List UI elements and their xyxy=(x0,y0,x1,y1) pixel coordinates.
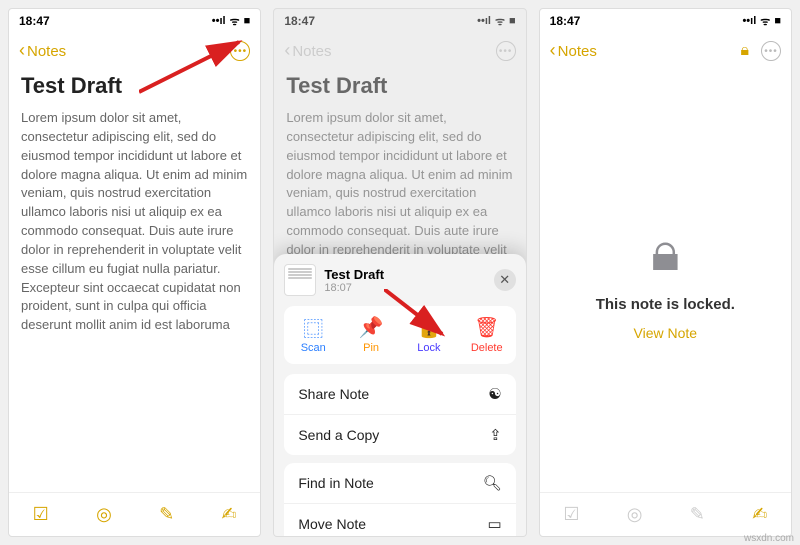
wifi-icon: ᯤ xyxy=(230,14,240,29)
battery-icon: ■ xyxy=(244,15,251,27)
sheet-title-block: Test Draft 18:07 xyxy=(324,267,485,294)
locked-message: This note is locked. xyxy=(596,296,735,313)
back-button: ‹ Notes xyxy=(284,42,331,61)
clock: 18:47 xyxy=(19,14,50,28)
note-title: Test Draft xyxy=(286,73,513,99)
status-icons: ••ıl ᯤ ■ xyxy=(212,14,251,29)
signal-icon: ••ıl xyxy=(742,15,756,27)
status-icons: ••ıl ᯤ ■ xyxy=(742,14,781,29)
folder-icon: ▭ xyxy=(487,515,501,533)
share-label: Share Note xyxy=(298,386,369,402)
more-button: ••• xyxy=(761,41,781,61)
lock-button[interactable]: 🔒 Lock xyxy=(403,316,455,354)
quick-actions: ⿴ Scan 📌 Pin 🔒 Lock 🗑 Delete xyxy=(284,306,515,364)
checklist-icon[interactable]: ☑ xyxy=(33,504,49,525)
scan-icon: ⿴ xyxy=(303,316,323,338)
signal-icon: ••ıl xyxy=(477,15,491,27)
draw-icon: ✎ xyxy=(690,504,705,525)
battery-icon: ■ xyxy=(509,15,516,27)
nav-bar: ‹ Notes ••• xyxy=(9,33,260,69)
send-copy-item[interactable]: Send a Copy ⇪ xyxy=(284,415,515,455)
chevron-left-icon: ‹ xyxy=(550,40,556,61)
watermark: wsxdn.com xyxy=(744,533,794,544)
chevron-left-icon: ‹ xyxy=(284,40,290,61)
back-label: Notes xyxy=(292,43,331,60)
phone-screen-3: 18:47 ••ıl ᯤ ■ ‹ Notes 🔒︎ ••• 🔒︎ This no… xyxy=(539,8,792,537)
sheet-note-title: Test Draft xyxy=(324,267,485,282)
share-icon: ⇪ xyxy=(489,426,502,444)
lock-toggle-button[interactable]: 🔒︎ xyxy=(740,42,749,60)
status-bar: 18:47 ••ıl ᯤ ■ xyxy=(9,9,260,33)
pin-icon: 📌 xyxy=(359,316,384,338)
scan-button[interactable]: ⿴ Scan xyxy=(287,316,339,354)
camera-icon: ◎ xyxy=(627,504,643,525)
move-note-item[interactable]: Move Note ▭ xyxy=(284,504,515,537)
bottom-toolbar: ☑ ◎ ✎ ✍︎ xyxy=(9,492,260,536)
bottom-toolbar: ☑ ◎ ✎ ✍︎ xyxy=(540,492,791,536)
back-label: Notes xyxy=(558,43,597,60)
pin-button[interactable]: 📌 Pin xyxy=(345,316,397,354)
back-label: Notes xyxy=(27,43,66,60)
back-button[interactable]: ‹ Notes xyxy=(19,42,66,61)
camera-icon[interactable]: ◎ xyxy=(96,504,112,525)
view-note-button[interactable]: View Note xyxy=(634,325,698,341)
nav-bar: ‹ Notes 🔒︎ ••• xyxy=(540,33,791,69)
clock: 18:47 xyxy=(284,14,315,28)
nav-bar: ‹ Notes ••• xyxy=(274,33,525,69)
trash-icon: 🗑 xyxy=(474,316,499,338)
share-note-item[interactable]: Share Note ☯ xyxy=(284,374,515,415)
find-in-note-item[interactable]: Find in Note 🔍︎ xyxy=(284,463,515,504)
lock-label: Lock xyxy=(417,342,440,354)
compose-icon[interactable]: ✍︎ xyxy=(752,504,767,525)
wifi-icon: ᯤ xyxy=(495,14,505,29)
menu-group-2: Find in Note 🔍︎ Move Note ▭ Lines & Grid… xyxy=(284,463,515,537)
phone-screen-1: 18:47 ••ıl ᯤ ■ ‹ Notes ••• Test Draft Lo… xyxy=(8,8,261,537)
status-icons: ••ıl ᯤ ■ xyxy=(477,14,516,29)
find-label: Find in Note xyxy=(298,475,373,491)
note-thumbnail xyxy=(284,264,316,296)
note-body: Lorem ipsum dolor sit amet, consectetur … xyxy=(21,109,248,335)
sheet-note-time: 18:07 xyxy=(324,282,485,294)
close-button[interactable]: ✕ xyxy=(494,269,516,291)
pin-label: Pin xyxy=(363,342,379,354)
delete-button[interactable]: 🗑 Delete xyxy=(461,316,513,354)
battery-icon: ■ xyxy=(774,15,781,27)
search-icon: 🔍︎ xyxy=(483,474,502,492)
action-sheet: Test Draft 18:07 ✕ ⿴ Scan 📌 Pin 🔒 Lock 🗑… xyxy=(274,254,525,536)
compose-icon[interactable]: ✍︎ xyxy=(222,504,237,525)
people-icon: ☯ xyxy=(488,385,501,403)
phone-screen-2: 18:47 ••ıl ᯤ ■ ‹ Notes ••• Test Draft Lo… xyxy=(273,8,526,537)
delete-label: Delete xyxy=(471,342,503,354)
draw-icon[interactable]: ✎ xyxy=(159,504,174,525)
note-content[interactable]: Test Draft Lorem ipsum dolor sit amet, c… xyxy=(9,69,260,492)
note-title: Test Draft xyxy=(21,73,248,99)
send-label: Send a Copy xyxy=(298,427,379,443)
more-button: ••• xyxy=(496,41,516,61)
back-button[interactable]: ‹ Notes xyxy=(550,42,597,61)
menu-group-1: Share Note ☯ Send a Copy ⇪ xyxy=(284,374,515,455)
sheet-header: Test Draft 18:07 ✕ xyxy=(284,264,515,296)
more-button[interactable]: ••• xyxy=(230,41,250,61)
wifi-icon: ᯤ xyxy=(760,14,770,29)
lock-large-icon: 🔒︎ xyxy=(651,221,680,284)
chevron-left-icon: ‹ xyxy=(19,40,25,61)
clock: 18:47 xyxy=(550,14,581,28)
signal-icon: ••ıl xyxy=(212,15,226,27)
lock-icon: 🔒 xyxy=(416,316,441,338)
status-bar: 18:47 ••ıl ᯤ ■ xyxy=(540,9,791,33)
scan-label: Scan xyxy=(301,342,326,354)
checklist-icon: ☑ xyxy=(563,504,579,525)
move-label: Move Note xyxy=(298,516,366,532)
status-bar: 18:47 ••ıl ᯤ ■ xyxy=(274,9,525,33)
locked-view: 🔒︎ This note is locked. View Note xyxy=(540,69,791,492)
